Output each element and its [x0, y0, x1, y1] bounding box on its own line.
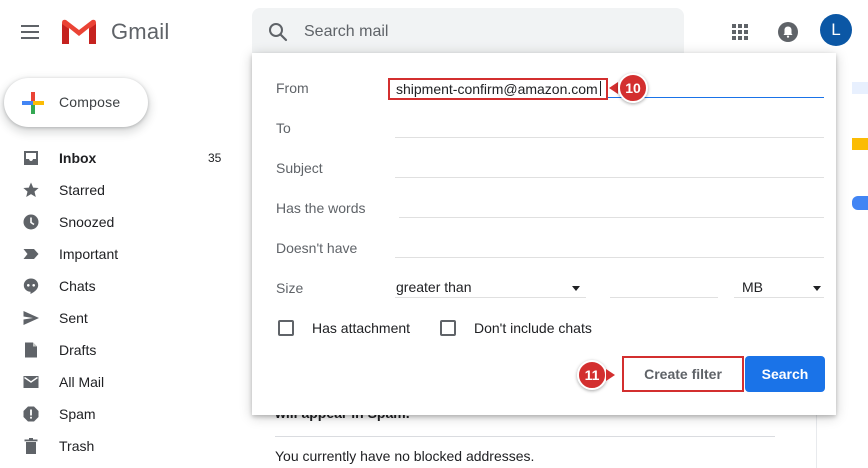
inbox-count: 35	[208, 151, 222, 165]
step-badge-11: 11	[577, 360, 607, 390]
size-unit-underline	[734, 297, 824, 298]
sidebar-item-trash[interactable]: Trash	[0, 430, 240, 462]
sidebar-item-label: Snoozed	[59, 214, 115, 230]
gmail-logo-icon[interactable]	[60, 16, 98, 46]
sidebar-item-drafts[interactable]: Drafts	[0, 334, 240, 366]
has-words-label: Has the words	[276, 200, 366, 216]
sidebar-item-label: Sent	[59, 310, 88, 326]
size-unit-select[interactable]: MB	[742, 279, 824, 299]
sidebar-item-label: Important	[59, 246, 119, 262]
size-value-field[interactable]	[610, 297, 718, 298]
size-operator-value: greater than	[396, 279, 472, 295]
has-attachment-label: Has attachment	[312, 320, 411, 336]
apps-grid-icon[interactable]	[728, 20, 752, 44]
filter-dialog: From shipment-confirm@amazon.com To Subj…	[252, 53, 836, 415]
search-icon[interactable]	[266, 20, 290, 44]
sidebar-item-inbox[interactable]: Inbox 35	[0, 142, 240, 174]
has-words-field[interactable]	[399, 217, 824, 218]
sidebar-item-label: Spam	[59, 406, 96, 422]
sidebar-item-label: Inbox	[59, 150, 97, 166]
clock-icon	[23, 214, 39, 230]
dont-include-chats-label: Don't include chats	[474, 320, 592, 336]
calendar-app-icon[interactable]	[852, 82, 868, 94]
from-label: From	[276, 80, 309, 96]
sidebar-item-label: Starred	[59, 182, 105, 198]
create-filter-label: Create filter	[644, 366, 722, 382]
sidebar-item-chats[interactable]: Chats	[0, 270, 240, 302]
size-operator-underline	[395, 297, 586, 298]
doesnt-have-label: Doesn't have	[276, 240, 358, 256]
notifications-icon[interactable]	[776, 20, 800, 44]
has-attachment-checkbox[interactable]	[278, 320, 294, 336]
sidebar-item-starred[interactable]: Starred	[0, 174, 240, 206]
search-input[interactable]	[304, 20, 664, 44]
size-label: Size	[276, 280, 304, 296]
star-icon	[23, 182, 39, 197]
main-menu-icon[interactable]	[18, 20, 42, 44]
subject-field[interactable]	[395, 177, 824, 178]
sidebar-item-label: Trash	[59, 438, 95, 454]
chevron-down-icon	[813, 286, 821, 291]
blocked-addresses-note: You currently have no blocked addresses.	[275, 448, 535, 464]
sidebar-item-snoozed[interactable]: Snoozed	[0, 206, 240, 238]
compose-plus-icon	[22, 92, 44, 114]
sidebar-nav: Inbox 35 Starred Snoozed Important Chats…	[0, 142, 240, 462]
divider	[275, 436, 775, 437]
spam-icon	[23, 406, 39, 422]
to-label: To	[276, 120, 291, 136]
callout-pointer	[606, 369, 615, 381]
keep-app-icon[interactable]	[852, 138, 868, 150]
chat-icon	[23, 278, 39, 294]
send-icon	[23, 311, 39, 325]
important-icon	[23, 249, 39, 259]
search-bar[interactable]	[252, 8, 684, 56]
inbox-icon	[24, 151, 38, 165]
sidebar-item-all-mail[interactable]: All Mail	[0, 366, 240, 398]
sidebar-item-important[interactable]: Important	[0, 238, 240, 270]
to-field[interactable]	[395, 137, 824, 138]
tasks-app-icon[interactable]	[852, 196, 868, 210]
sidebar-item-spam[interactable]: Spam	[0, 398, 240, 430]
doesnt-have-field[interactable]	[395, 257, 824, 258]
dont-include-chats-checkbox[interactable]	[440, 320, 456, 336]
sidebar-item-sent[interactable]: Sent	[0, 302, 240, 334]
compose-button[interactable]: Compose	[4, 78, 148, 127]
draft-icon	[25, 342, 37, 358]
size-unit-value: MB	[742, 279, 763, 295]
compose-label: Compose	[59, 94, 121, 110]
sidebar-item-label: All Mail	[59, 374, 105, 390]
chevron-down-icon	[572, 286, 580, 291]
trash-icon	[24, 438, 38, 454]
mail-icon	[23, 376, 39, 388]
avatar[interactable]: L	[820, 14, 852, 46]
subject-label: Subject	[276, 160, 323, 176]
search-button[interactable]: Search	[745, 356, 825, 392]
brand-name: Gmail	[111, 19, 170, 44]
text-caret	[599, 81, 601, 96]
sidebar-item-label: Chats	[59, 278, 96, 294]
from-value: shipment-confirm@amazon.com	[396, 81, 598, 97]
size-operator-select[interactable]: greater than	[396, 279, 586, 299]
from-field[interactable]: shipment-confirm@amazon.com	[388, 78, 608, 100]
callout-pointer	[609, 82, 618, 94]
create-filter-button[interactable]: Create filter	[622, 356, 744, 392]
step-badge-10: 10	[618, 73, 648, 103]
sidebar-item-label: Drafts	[59, 342, 97, 358]
